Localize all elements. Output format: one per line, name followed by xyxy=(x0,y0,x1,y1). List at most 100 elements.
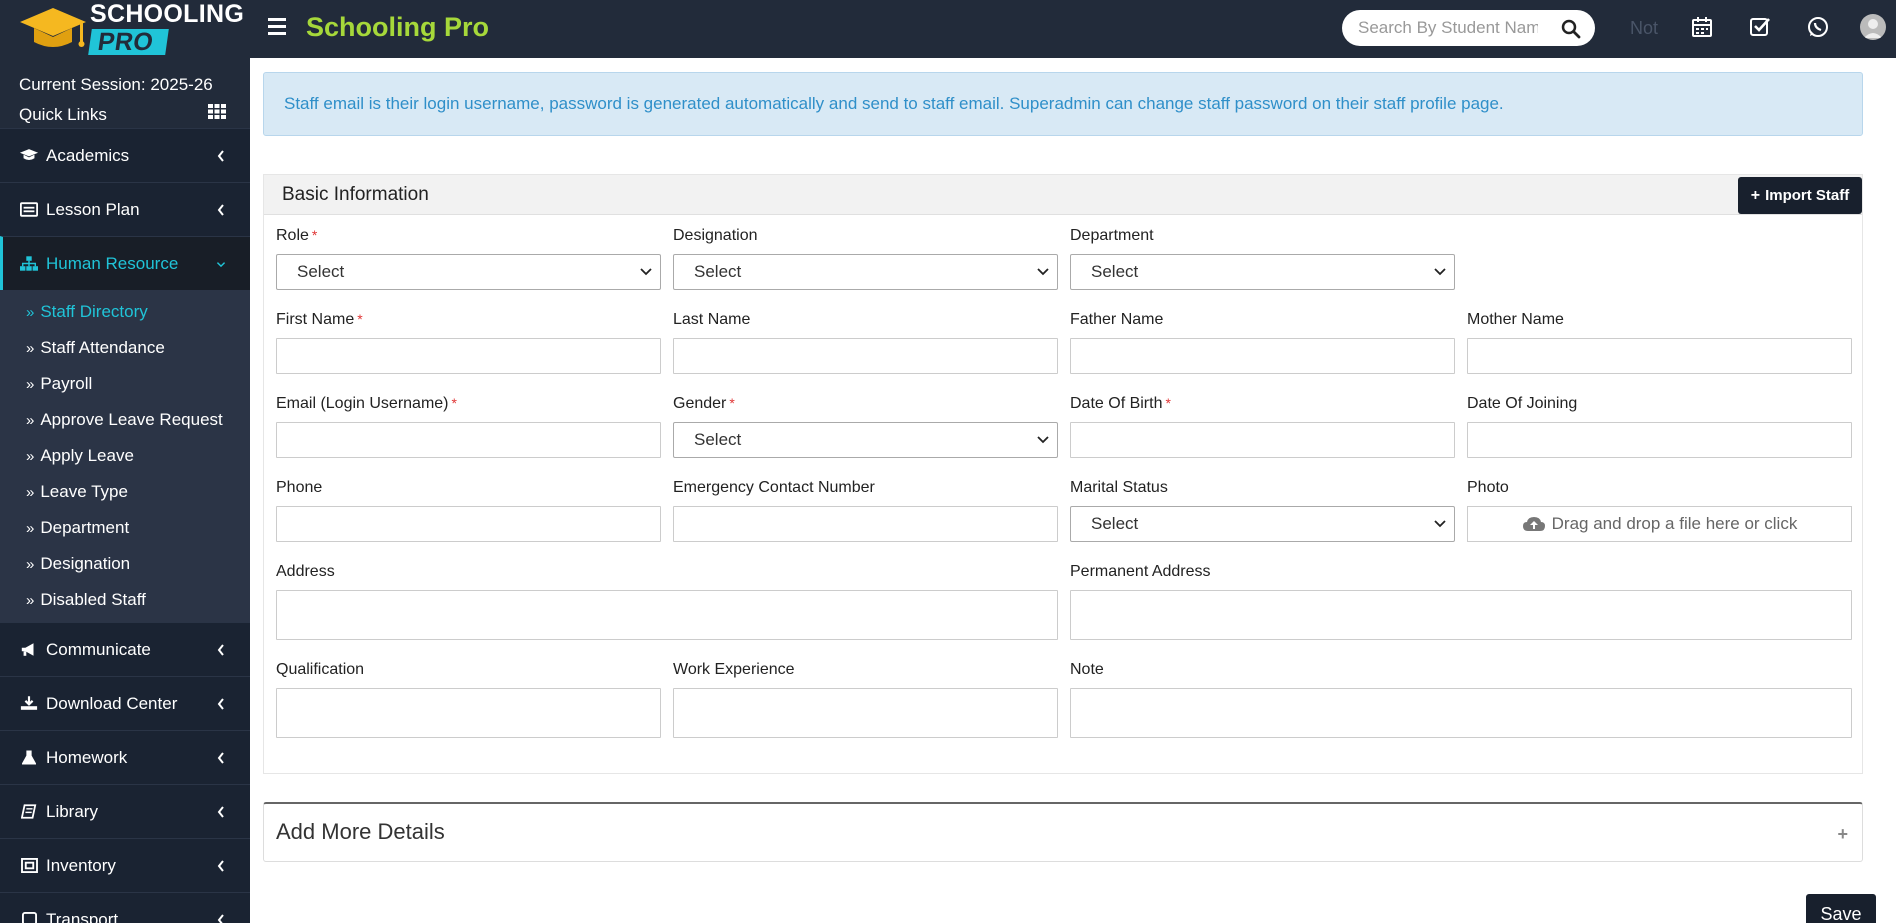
import-staff-label: Import Staff xyxy=(1765,187,1850,204)
role-select[interactable]: Select xyxy=(276,254,661,290)
add-more-details-panel[interactable]: Add More Details + xyxy=(263,802,1863,862)
sidebar-item-download-center[interactable]: Download Center xyxy=(0,676,250,730)
sidebar-item-label: Transport xyxy=(46,909,119,923)
first-name-field: First Name * xyxy=(276,311,661,374)
grid-icon[interactable] xyxy=(208,104,226,119)
box-icon xyxy=(18,857,40,875)
department-select[interactable]: Select xyxy=(1070,254,1455,290)
phone-input[interactable] xyxy=(276,506,661,542)
emergency-contact-label: Emergency Contact Number xyxy=(673,479,875,496)
double-chevron-right-icon: » xyxy=(26,303,35,321)
sidebar-subitem-staff-attendance[interactable]: » Staff Attendance xyxy=(0,330,250,366)
marital-status-select[interactable]: Select xyxy=(1070,506,1455,542)
double-chevron-right-icon: » xyxy=(26,555,35,573)
sidebar-item-lesson-plan[interactable]: Lesson Plan xyxy=(0,182,250,236)
role-field: Role * Select xyxy=(276,227,661,290)
chevron-down-icon xyxy=(1434,268,1446,276)
permanent-address-textarea[interactable] xyxy=(1070,590,1852,640)
mother-name-input[interactable] xyxy=(1467,338,1852,374)
work-experience-textarea[interactable] xyxy=(673,688,1058,738)
chevron-left-icon xyxy=(217,150,224,162)
chevron-left-icon xyxy=(217,860,224,872)
book-icon xyxy=(18,803,40,821)
import-staff-button[interactable]: + Import Staff xyxy=(1738,177,1862,214)
permanent-address-label: Permanent Address xyxy=(1070,563,1211,580)
notification-text[interactable]: Not xyxy=(1630,18,1658,39)
panel-title: Basic Information xyxy=(282,184,429,205)
search-icon[interactable] xyxy=(1561,19,1581,39)
sidebar-subitem-leave-type[interactable]: » Leave Type xyxy=(0,474,250,510)
sidebar-item-transport[interactable]: Transport xyxy=(0,892,250,923)
top-navbar: SCHOOLING PRO Schooling Pro Not xyxy=(0,0,1896,58)
basic-information-panel: Basic Information + Import Staff Role * Se… xyxy=(263,174,1863,774)
photo-dropzone[interactable]: Drag and drop a file here or click xyxy=(1467,506,1852,542)
sidebar-item-human-resource[interactable]: Human Resource xyxy=(0,236,250,290)
submenu-label: Disabled Staff xyxy=(40,590,146,609)
save-button[interactable]: Save xyxy=(1806,894,1876,923)
hamburger-menu-icon[interactable] xyxy=(268,18,286,38)
email-field: Email (Login Username) * xyxy=(276,395,661,458)
designation-select[interactable]: Select xyxy=(673,254,1058,290)
sidebar-item-communicate[interactable]: Communicate xyxy=(0,622,250,676)
bullhorn-icon xyxy=(18,641,40,659)
double-chevron-right-icon: » xyxy=(26,339,35,357)
submenu-label: Apply Leave xyxy=(40,446,134,465)
required-mark: * xyxy=(451,395,457,411)
sidebar-item-label: Library xyxy=(46,801,98,821)
submenu-label: Staff Directory xyxy=(40,302,148,321)
logo-text: SCHOOLING PRO xyxy=(88,1,244,56)
sidebar-subitem-designation[interactable]: » Designation xyxy=(0,546,250,582)
double-chevron-right-icon: » xyxy=(26,519,35,537)
logo[interactable]: SCHOOLING PRO xyxy=(0,0,250,58)
checklist-icon[interactable] xyxy=(1748,15,1772,39)
gender-label-text: Gender xyxy=(673,395,727,412)
qualification-textarea[interactable] xyxy=(276,688,661,738)
sidebar-item-library[interactable]: Library xyxy=(0,784,250,838)
father-name-label: Father Name xyxy=(1070,311,1164,328)
dob-label: Date Of Birth * xyxy=(1070,395,1455,417)
sidebar-subitem-staff-directory[interactable]: » Staff Directory xyxy=(0,294,250,330)
last-name-input[interactable] xyxy=(673,338,1058,374)
current-session[interactable]: Current Session: 2025-26 xyxy=(19,70,250,100)
gender-select[interactable]: Select xyxy=(673,422,1058,458)
sidebar-item-academics[interactable]: Academics xyxy=(0,128,250,182)
email-input[interactable] xyxy=(276,422,661,458)
mother-name-label: Mother Name xyxy=(1467,311,1564,328)
submenu-label: Department xyxy=(40,518,130,537)
sidebar-subitem-department[interactable]: » Department xyxy=(0,510,250,546)
whatsapp-icon[interactable] xyxy=(1806,15,1830,39)
doj-input[interactable] xyxy=(1467,422,1852,458)
note-textarea[interactable] xyxy=(1070,688,1852,738)
sidebar-item-inventory[interactable]: Inventory xyxy=(0,838,250,892)
designation-label: Designation xyxy=(673,227,758,244)
sidebar-item-homework[interactable]: Homework xyxy=(0,730,250,784)
gender-field: Gender * Select xyxy=(673,395,1058,458)
sidebar-subitem-payroll[interactable]: » Payroll xyxy=(0,366,250,402)
required-mark: * xyxy=(357,311,363,327)
first-name-input[interactable] xyxy=(276,338,661,374)
cloud-upload-icon xyxy=(1522,517,1545,531)
father-name-input[interactable] xyxy=(1070,338,1455,374)
bus-icon xyxy=(18,911,40,923)
app-title: Schooling Pro xyxy=(306,12,490,42)
last-name-field: Last Name xyxy=(673,311,1058,374)
photo-label: Photo xyxy=(1467,479,1509,496)
calendar-icon[interactable] xyxy=(1690,15,1714,39)
submenu-label: Staff Attendance xyxy=(40,338,165,357)
sidebar-subitem-disabled-staff[interactable]: » Disabled Staff xyxy=(0,582,250,618)
dob-input[interactable] xyxy=(1070,422,1455,458)
user-avatar[interactable] xyxy=(1860,14,1886,40)
sidebar-subitem-approve-leave-request[interactable]: » Approve Leave Request xyxy=(0,402,250,438)
expand-plus-icon[interactable]: + xyxy=(1837,824,1848,845)
required-mark: * xyxy=(729,395,735,411)
emergency-contact-input[interactable] xyxy=(673,506,1058,542)
address-field: Address xyxy=(276,563,1058,640)
work-experience-field: Work Experience xyxy=(673,661,1058,738)
address-textarea[interactable] xyxy=(276,590,1058,640)
required-mark: * xyxy=(1165,395,1171,411)
list-icon xyxy=(18,201,40,219)
sidebar-subitem-apply-leave[interactable]: » Apply Leave xyxy=(0,438,250,474)
select-value: Select xyxy=(694,262,742,281)
search-input[interactable] xyxy=(1358,18,1538,38)
work-experience-label: Work Experience xyxy=(673,661,795,678)
